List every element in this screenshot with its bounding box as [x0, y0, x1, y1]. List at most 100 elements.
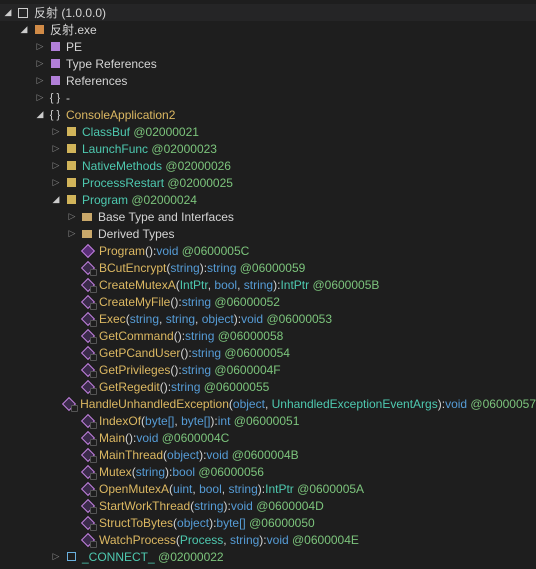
method-name: OpenMutexA	[99, 482, 169, 496]
class-row[interactable]: ▷ProcessRestart @02000025	[0, 174, 536, 191]
method-name: Exec	[99, 312, 126, 326]
type-name: bool	[214, 278, 237, 292]
method-return: IntPtr	[280, 278, 309, 292]
struct-name: _CONNECT_	[82, 550, 155, 564]
expander-icon[interactable]: ▷	[50, 143, 62, 155]
class-icon	[63, 176, 79, 190]
expander-icon[interactable]: ▷	[34, 41, 46, 53]
expander-icon[interactable]: ▷	[50, 177, 62, 189]
type-name: void	[156, 244, 178, 258]
type-name: object	[167, 448, 199, 462]
expander-icon[interactable]: ▷	[34, 75, 46, 87]
struct-row[interactable]: ▷ _CONNECT_ @02000022	[0, 548, 536, 565]
class-icon	[63, 159, 79, 173]
method-row[interactable]: Main() : void @0600004C	[0, 429, 536, 446]
method-return: void	[156, 244, 178, 258]
method-row[interactable]: GetPCandUser() : string @06000054	[0, 344, 536, 361]
method-token: @06000050	[249, 516, 315, 530]
method-token: @06000056	[198, 465, 264, 479]
method-row[interactable]: CreateMutexA(IntPtr, bool, string) : Int…	[0, 276, 536, 293]
method-name: BCutEncrypt	[99, 261, 166, 275]
method-return: void	[241, 312, 263, 326]
method-row[interactable]: Mutex(string) : bool @06000056	[0, 463, 536, 480]
method-row[interactable]: Exec(string, string, object) : void @060…	[0, 310, 536, 327]
method-token: @06000053	[266, 312, 332, 326]
method-row[interactable]: MainThread(object) : void @0600004B	[0, 446, 536, 463]
method-row[interactable]: WatchProcess(Process, string) : void @06…	[0, 531, 536, 548]
class-token: @02000026	[165, 159, 231, 173]
method-name: CreateMyFile	[99, 295, 170, 309]
method-params: Process, string	[180, 533, 259, 547]
class-name: ClassBuf	[82, 125, 130, 139]
method-row[interactable]: OpenMutexA(uint, bool, string) : IntPtr …	[0, 480, 536, 497]
class-row[interactable]: ▷ClassBuf @02000021	[0, 123, 536, 140]
expander-icon[interactable]: ▷	[34, 58, 46, 70]
expander-icon[interactable]: ▷	[50, 126, 62, 138]
section-label: PE	[66, 40, 82, 54]
method-row[interactable]: IndexOf(byte[], byte[]) : int @06000051	[0, 412, 536, 429]
type-name: void	[445, 397, 467, 411]
expander-icon[interactable]: ▷	[50, 160, 62, 172]
method-params: byte[], byte[]	[145, 414, 210, 428]
section-row[interactable]: ▷-	[0, 89, 536, 106]
type-name: byte[]	[145, 414, 174, 428]
folder-row[interactable]: ▷ Base Type and Interfaces	[0, 208, 536, 225]
assembly-title: 反射 (1.0.0.0)	[34, 4, 106, 21]
method-token: @0600005C	[182, 244, 250, 258]
expander-icon[interactable]: ▷	[66, 228, 78, 240]
method-row[interactable]: Program() : void @0600005C	[0, 242, 536, 259]
method-row[interactable]: StructToBytes(object) : byte[] @06000050	[0, 514, 536, 531]
method-row[interactable]: GetPrivileges() : string @0600004F	[0, 361, 536, 378]
method-icon	[61, 397, 77, 411]
type-name: string	[182, 363, 211, 377]
method-return: string	[171, 380, 200, 394]
method-row[interactable]: GetRegedit() : string @06000055	[0, 378, 536, 395]
module-row[interactable]: ◢ 反射.exe	[0, 21, 536, 38]
struct-icon	[63, 550, 79, 564]
struct-token: @02000022	[158, 550, 224, 564]
type-name: string	[136, 465, 165, 479]
section-row[interactable]: ▷References	[0, 72, 536, 89]
type-name: string	[171, 380, 200, 394]
section-row[interactable]: ▷ PE	[0, 38, 536, 55]
method-row[interactable]: GetCommand() : string @06000058	[0, 327, 536, 344]
expander-icon[interactable]: ▷	[66, 211, 78, 223]
method-params: string	[194, 499, 223, 513]
section-row[interactable]: ▷Type References	[0, 55, 536, 72]
expander-icon[interactable]: ◢	[34, 109, 46, 121]
method-row[interactable]: StartWorkThread(string) : void @0600004D	[0, 497, 536, 514]
method-return: void	[231, 499, 253, 513]
method-row[interactable]: CreateMyFile() : string @06000052	[0, 293, 536, 310]
type-name: string	[194, 499, 223, 513]
type-name: bool	[172, 465, 195, 479]
method-params: uint, bool, string	[173, 482, 258, 496]
type-name: void	[206, 448, 228, 462]
class-row[interactable]: ▷LaunchFunc @02000023	[0, 140, 536, 157]
expander-icon[interactable]: ◢	[2, 7, 14, 19]
type-name: void	[267, 533, 289, 547]
type-name: UnhandledExceptionEventArgs	[272, 397, 438, 411]
folder-icon	[79, 210, 95, 224]
class-name: Program	[82, 193, 128, 207]
section-icon	[47, 74, 63, 88]
method-icon	[80, 482, 96, 496]
method-row[interactable]: BCutEncrypt(string) : string @06000059	[0, 259, 536, 276]
method-row[interactable]: HandleUnhandledException(object, Unhandl…	[0, 395, 536, 412]
tree-title-row[interactable]: ◢ 反射 (1.0.0.0)	[0, 4, 536, 21]
expander-icon[interactable]: ◢	[18, 24, 30, 36]
expander-icon[interactable]: ◢	[50, 194, 62, 206]
namespace-row[interactable]: ◢ ConsoleApplication2	[0, 106, 536, 123]
expander-icon[interactable]: ▷	[34, 92, 46, 104]
method-params: string	[170, 261, 199, 275]
type-name: string	[192, 346, 221, 360]
method-token: @0600004D	[256, 499, 324, 513]
assembly-tree: ◢ 反射 (1.0.0.0) ◢ 反射.exe ▷ PE▷Type Referen…	[0, 0, 536, 569]
folder-label: Base Type and Interfaces	[98, 210, 234, 224]
class-token: @02000025	[167, 176, 233, 190]
method-token: @0600004F	[214, 363, 280, 377]
folder-row[interactable]: ▷Derived Types	[0, 225, 536, 242]
class-row-program[interactable]: ◢ Program @02000024	[0, 191, 536, 208]
class-row[interactable]: ▷NativeMethods @02000026	[0, 157, 536, 174]
type-name: byte[]	[216, 516, 245, 530]
class-icon	[63, 142, 79, 156]
